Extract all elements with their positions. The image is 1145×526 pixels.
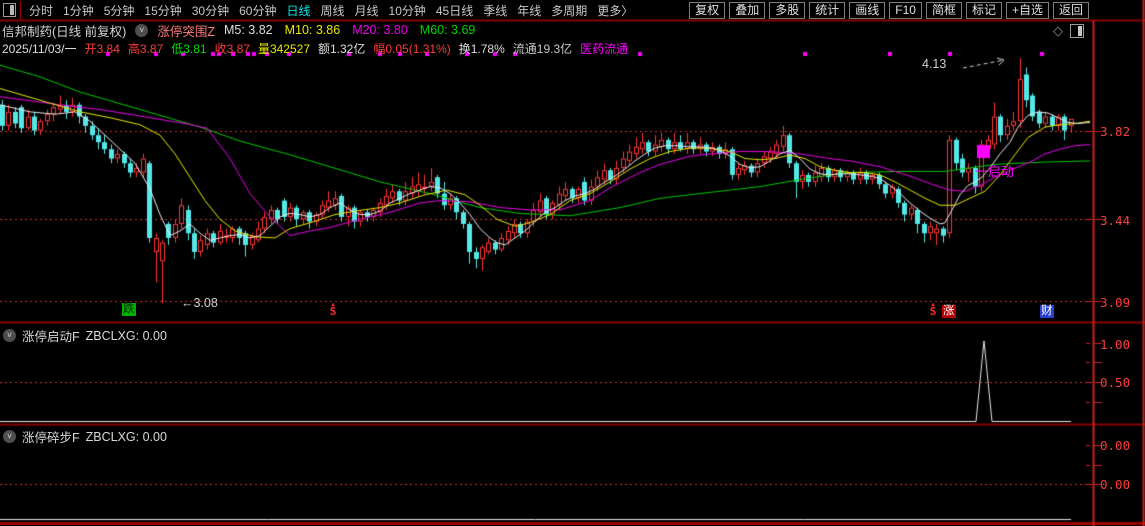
zhang-badge: 涨 [942,305,956,318]
sell-signal-marker: ▲ S [329,301,337,318]
tdx-chart-window: 分时1分钟5分钟15分钟30分钟60分钟日线周线月线10分钟45日线季线年线多周… [0,0,1145,526]
quote-info-bar: 2025/11/03/一 开3.84 高3.87 低3.81 收3.87 量342527 额… [2,40,629,56]
panel3-header: ˅ 涨停碎步F ZBCLXG: 0.00 [3,427,167,446]
panel3-axis-label: 0.00 [1100,477,1131,492]
diamond-icon[interactable]: ◇ [1053,23,1063,39]
stock-title: 信邦制药(日线 前复权) [2,24,127,39]
ma-label-M60:3.69: M60: 3.69 [419,23,476,37]
chevron-down-icon[interactable]: ˅ [135,23,149,37]
ma-label-M10:3.86: M10: 3.86 [284,23,341,37]
price-label: 3.82 [1100,124,1131,139]
panel3-axis-label: 0.00 [1100,438,1131,453]
info-item-2025/11/03/一: 2025/11/03/一 [2,42,77,56]
low-price-annotation: ←3.08 [181,296,218,310]
indicator-name[interactable]: 涨停突围Z [157,21,215,40]
panel3-value: ZBCLXG: 0.00 [85,429,167,444]
info-item-收3.87: 收3.87 [214,42,250,56]
split-view-icon[interactable] [1070,24,1084,38]
panel2-axis-label: 0.50 [1100,375,1131,390]
info-item-额1.32亿: 额1.32亿 [318,42,366,56]
high-price-annotation: 4.13 [922,57,947,71]
qidong-annotation: 一启动 [975,164,1015,179]
info-item-幅0.05(1.31%): 幅0.05(1.31%) [373,42,451,56]
panel2-title[interactable]: 涨停启动F [22,326,80,345]
info-item-低3.81: 低3.81 [171,42,207,56]
chart-canvas[interactable] [0,0,1145,526]
panel2-header: ˅ 涨停启动F ZBCLXG: 0.00 [3,326,167,345]
info-item-流通19.3亿: 流通19.3亿 [512,42,573,56]
panel3-title[interactable]: 涨停碎步F [22,427,80,446]
info-item-开3.84: 开3.84 [84,42,120,56]
ma-legend: M5: 3.82 M10: 3.86 M20: 3.80 M60: 3.69 [224,23,475,37]
title-bar: 信邦制药(日线 前复权) ˅ 涨停突围Z M5: 3.82 M10: 3.86 M2… [2,21,475,40]
ma-label-M20:3.80: M20: 3.80 [352,23,408,37]
cai-badge: 财 [1040,305,1054,318]
ma-label-M5:3.82: M5: 3.82 [223,23,273,37]
chevron-down-icon[interactable]: ˅ [3,329,16,342]
panel2-axis-label: 1.00 [1100,337,1131,352]
price-label: 3.09 [1100,295,1131,310]
info-item-换1.78%: 换1.78% [458,42,505,56]
info-item-高3.87: 高3.87 [127,42,164,56]
info-item-医药流通: 医药流通 [580,42,629,56]
info-item-量342527: 量342527 [257,42,310,56]
panel2-value: ZBCLXG: 0.00 [85,328,167,343]
title-bar-icons: ◇ [1053,23,1084,39]
sell-signal-marker: ▲ S [929,301,937,318]
die-badge: 跌 [122,303,136,316]
chevron-down-icon[interactable]: ˅ [3,430,16,443]
price-label: 3.44 [1100,213,1131,228]
